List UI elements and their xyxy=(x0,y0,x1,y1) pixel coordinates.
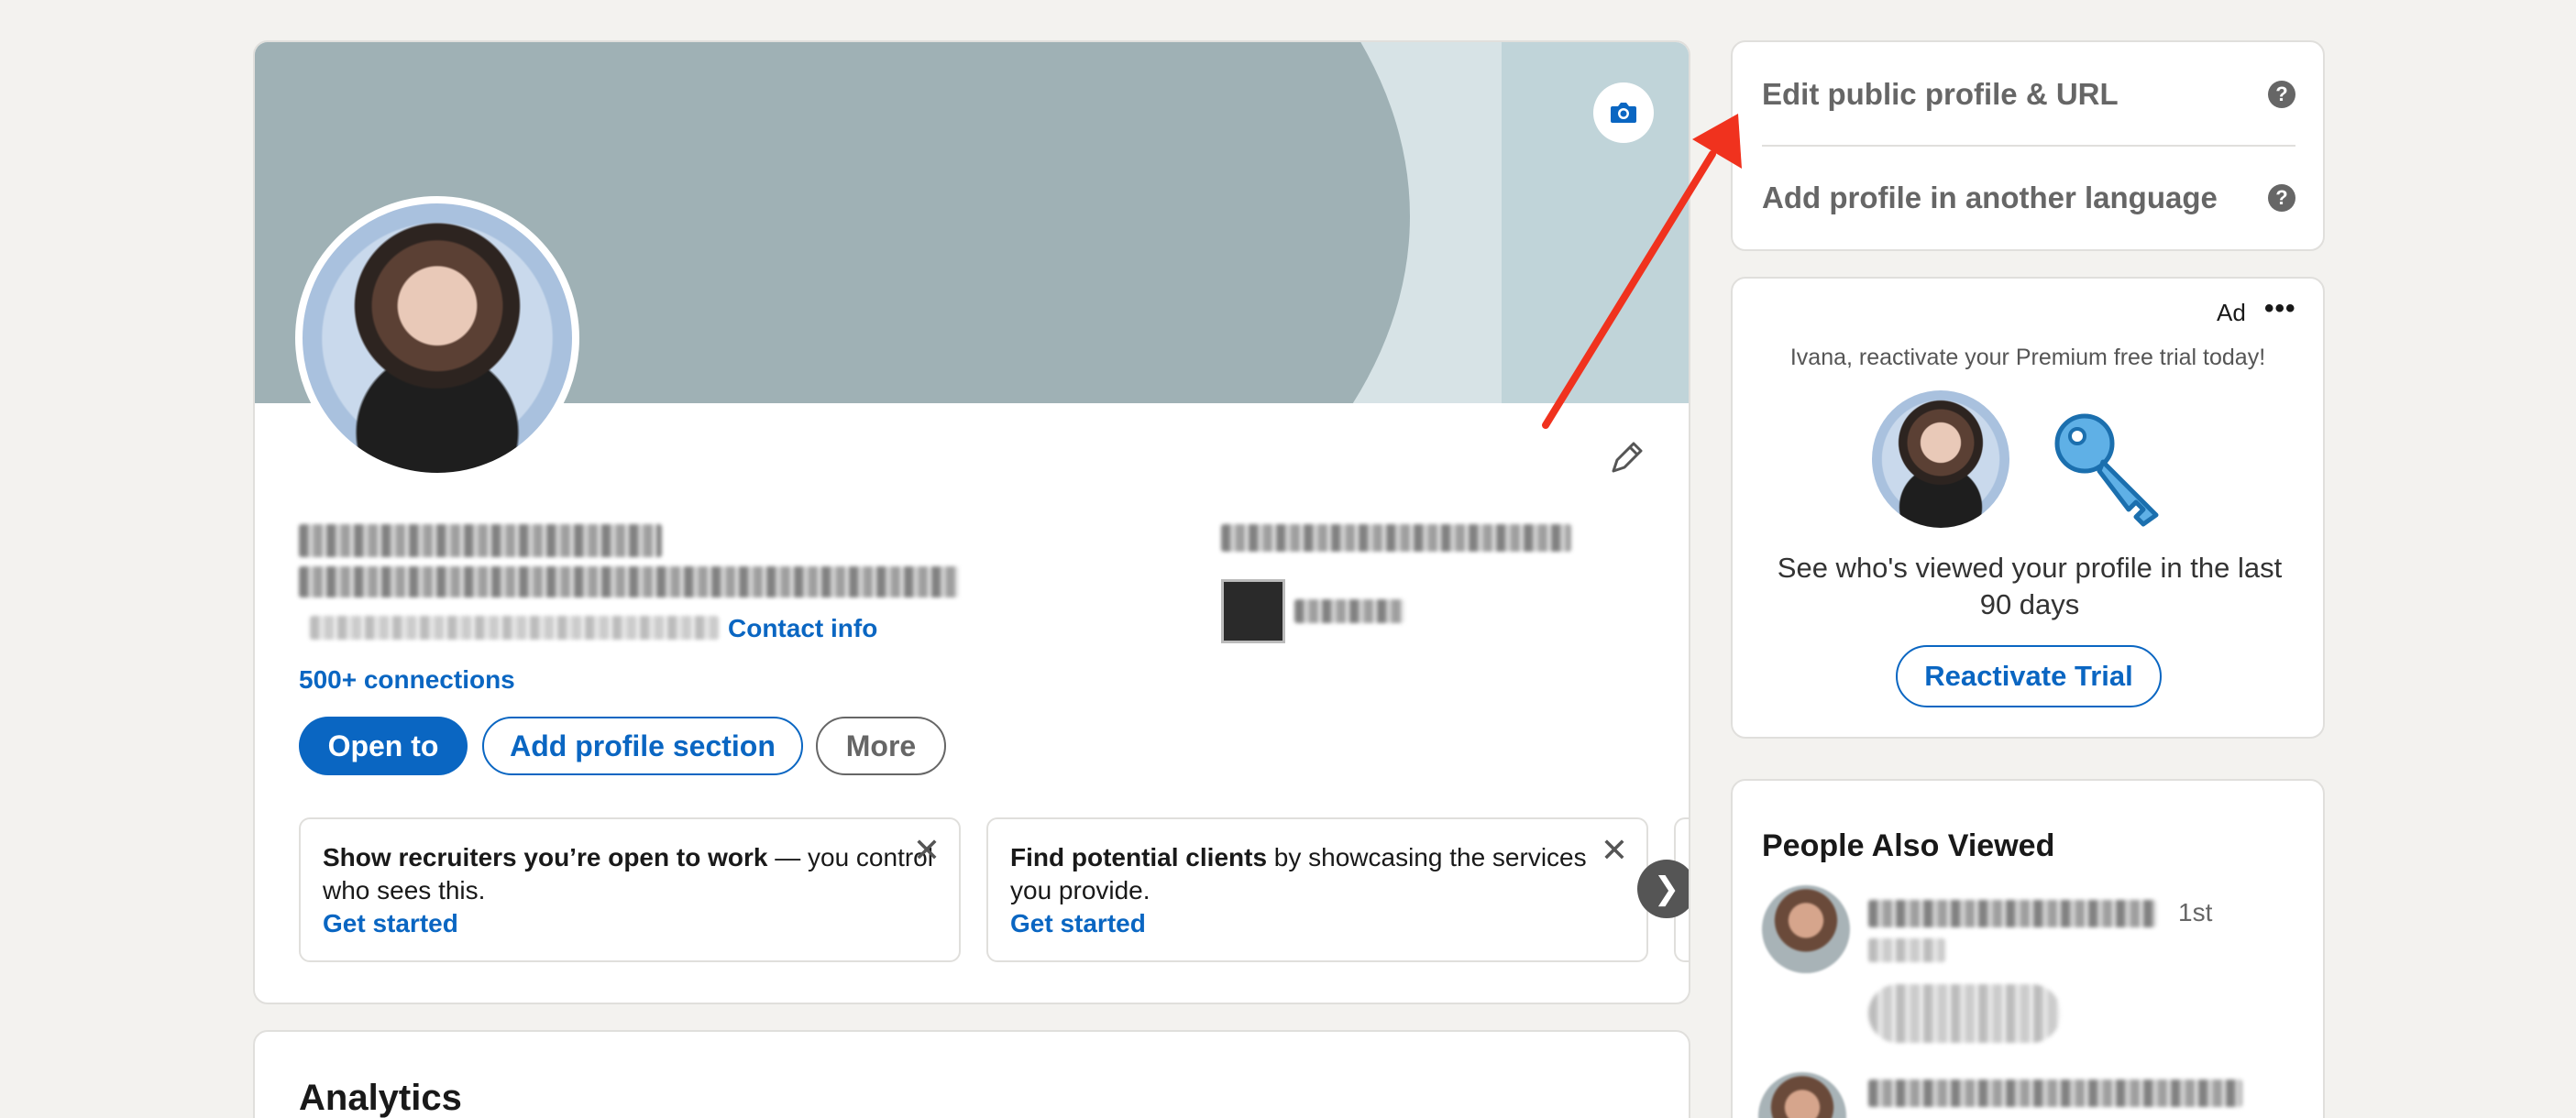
profile-avatar[interactable] xyxy=(295,196,579,480)
edit-public-profile-label: Edit public profile & URL xyxy=(1762,77,2119,111)
find-clients-promo: Find potential clients by showcasing the… xyxy=(986,817,1648,962)
get-started-link[interactable]: Get started xyxy=(323,907,937,940)
connection-degree: 1st xyxy=(2178,898,2213,926)
people-also-viewed-card: People Also Viewed 1st xyxy=(1731,779,2325,1118)
profile-card: Contact info 500+ connections Open to Ad… xyxy=(253,40,1690,1004)
redacted-person-name xyxy=(1868,900,2156,927)
reactivate-trial-button[interactable]: Reactivate Trial xyxy=(1896,645,2162,707)
add-profile-section-button[interactable]: Add profile section xyxy=(482,717,803,775)
more-button[interactable]: More xyxy=(816,717,946,775)
edit-banner-button[interactable] xyxy=(1593,82,1654,143)
add-language-profile-link[interactable]: Add profile in another language ? xyxy=(1762,147,2295,249)
ad-headline: Ivana, reactivate your Premium free tria… xyxy=(1789,345,2266,370)
ad-label: Ad xyxy=(2217,299,2246,326)
key-icon xyxy=(2054,413,2159,527)
carousel-next-button[interactable]: ❯ xyxy=(1637,860,1689,918)
edit-public-profile-link[interactable]: Edit public profile & URL ? xyxy=(1762,44,2295,147)
close-icon[interactable]: ✕ xyxy=(1601,834,1628,867)
redacted-message-button[interactable] xyxy=(1868,984,2061,1043)
more-options-icon[interactable]: ••• xyxy=(2264,293,2296,324)
redacted-headline xyxy=(299,566,959,597)
help-icon[interactable]: ? xyxy=(2268,184,2295,212)
get-started-link[interactable]: Get started xyxy=(1010,907,1624,940)
person-avatar[interactable] xyxy=(1762,885,1850,973)
analytics-title: Analytics xyxy=(299,1078,462,1118)
contact-info-link[interactable]: Contact info xyxy=(728,614,877,643)
person-avatar[interactable] xyxy=(1758,1072,1846,1118)
ad-avatar xyxy=(1872,390,2009,528)
ad-body-text: See who's viewed your profile in the las… xyxy=(1777,552,2283,620)
analytics-card: Analytics xyxy=(253,1030,1690,1118)
redacted-company-name xyxy=(1294,599,1404,623)
open-to-work-promo: Show recruiters you’re open to work — yo… xyxy=(299,817,961,962)
add-language-label: Add profile in another language xyxy=(1762,181,2218,214)
open-to-button[interactable]: Open to xyxy=(299,717,468,775)
redacted-company xyxy=(1221,524,1571,552)
close-icon[interactable]: ✕ xyxy=(913,834,941,867)
redacted-location xyxy=(310,616,719,640)
pencil-icon xyxy=(1612,442,1643,473)
redacted-person-name xyxy=(1868,1080,2242,1107)
promo-bold-text: Show recruiters you’re open to work xyxy=(323,843,768,871)
edit-intro-button[interactable] xyxy=(1602,436,1648,482)
company-logo[interactable] xyxy=(1221,579,1285,643)
connections-link[interactable]: 500+ connections xyxy=(299,665,515,695)
premium-ad-card: Ad ••• Ivana, reactivate your Premium fr… xyxy=(1731,277,2325,739)
promo-bold-text: Find potential clients xyxy=(1010,843,1268,871)
profile-links-card: Edit public profile & URL ? Add profile … xyxy=(1731,40,2325,251)
camera-icon xyxy=(1611,103,1636,123)
redacted-name xyxy=(299,524,662,557)
people-also-viewed-title: People Also Viewed xyxy=(1762,828,2055,863)
redacted-person-title xyxy=(1868,938,1945,962)
help-icon[interactable]: ? xyxy=(2268,81,2295,108)
